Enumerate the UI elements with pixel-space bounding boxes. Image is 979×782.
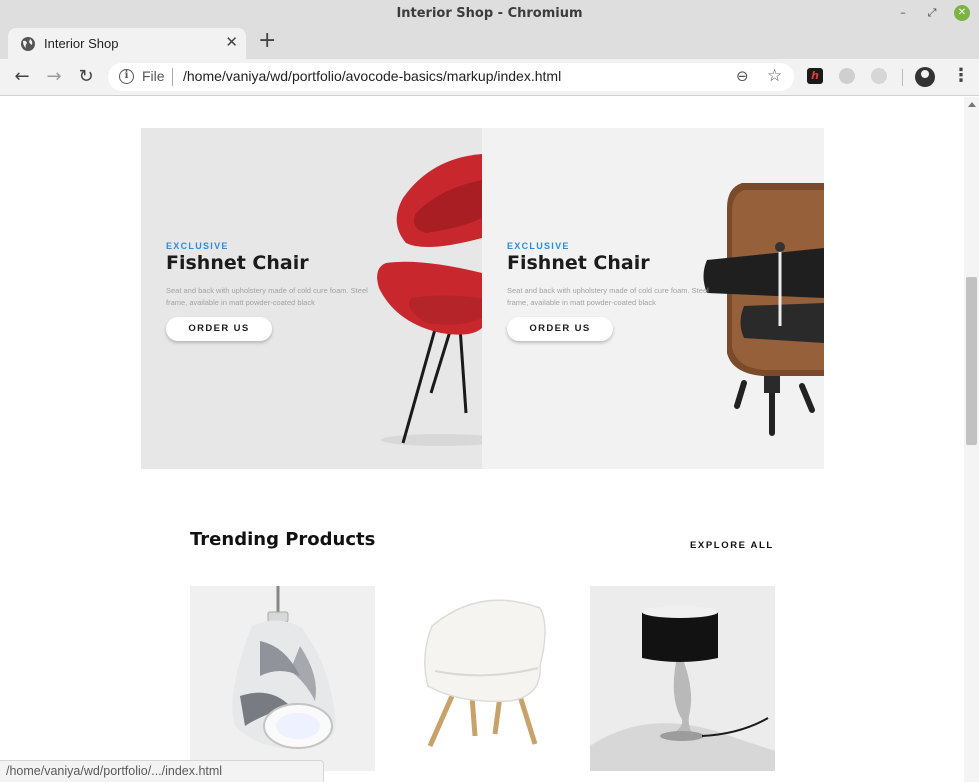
site-info-icon[interactable]: i: [119, 69, 134, 84]
profile-avatar-icon[interactable]: [915, 67, 935, 87]
explore-all-link[interactable]: EXPLORE ALL: [690, 540, 774, 551]
tab-strip: Interior Shop ✕ +: [0, 27, 979, 59]
promo-card: EXCLUSIVE Fishnet Chair Seat and back wi…: [482, 128, 824, 469]
address-bar[interactable]: i File /home/vaniya/wd/portfolio/avocode…: [108, 63, 794, 91]
browser-toolbar: ← → ↻ i File /home/vaniya/wd/portfolio/a…: [0, 59, 979, 96]
browser-menu-icon[interactable]: ⋮: [952, 65, 970, 87]
product-card[interactable]: [390, 586, 575, 771]
tab-interior-shop[interactable]: Interior Shop ✕: [8, 28, 246, 59]
toolbar-divider: [902, 69, 903, 86]
globe-icon: [21, 37, 35, 51]
promo-card: EXCLUSIVE Fishnet Chair Seat and back wi…: [141, 128, 482, 469]
window-titlebar: Interior Shop - Chromium – ⤢ ✕: [0, 0, 979, 27]
promo-tag: EXCLUSIVE: [507, 241, 570, 251]
product-card[interactable]: [190, 586, 375, 771]
product-card[interactable]: [590, 586, 775, 771]
trending-section-title: Trending Products: [190, 529, 376, 550]
new-tab-icon[interactable]: +: [258, 30, 276, 52]
page-scrollbar[interactable]: [964, 97, 979, 782]
close-tab-icon[interactable]: ✕: [225, 33, 238, 51]
order-us-button[interactable]: ORDER US: [166, 317, 272, 341]
tab-title: Interior Shop: [44, 36, 119, 51]
back-icon[interactable]: ←: [11, 66, 33, 88]
url-separator: [172, 68, 173, 86]
close-window-icon[interactable]: ✕: [954, 5, 970, 21]
status-bar-url: /home/vaniya/wd/portfolio/.../index.html: [0, 760, 324, 782]
promo-description: Seat and back with upholstery made of co…: [507, 286, 709, 307]
promo-title: Fishnet Chair: [507, 252, 650, 274]
promo-description: Seat and back with upholstery made of co…: [166, 286, 368, 307]
zoom-icon[interactable]: ⊖: [736, 67, 749, 85]
white-shell-chair-image: [424, 599, 546, 748]
window-title: Interior Shop - Chromium: [396, 6, 583, 21]
extension-h-icon[interactable]: h: [807, 68, 823, 84]
url-scheme-label: File: [142, 68, 165, 84]
order-us-button[interactable]: ORDER US: [507, 317, 613, 341]
url-text[interactable]: /home/vaniya/wd/portfolio/avocode-basics…: [183, 68, 561, 84]
marble-pendant-lamp-image: [232, 586, 336, 749]
black-shade-table-lamp-image: [590, 606, 775, 771]
page-viewport: EXCLUSIVE Fishnet Chair Seat and back wi…: [0, 97, 964, 782]
scroll-up-icon[interactable]: [968, 102, 976, 107]
promo-tag: EXCLUSIVE: [166, 241, 229, 251]
forward-icon[interactable]: →: [43, 66, 65, 88]
extension-clock-icon[interactable]: [871, 68, 887, 84]
maximize-icon[interactable]: ⤢: [924, 5, 940, 21]
promo-title: Fishnet Chair: [166, 252, 309, 274]
scrollbar-thumb[interactable]: [966, 277, 977, 445]
extension-react-icon[interactable]: [839, 68, 855, 84]
minimize-icon[interactable]: –: [895, 5, 911, 21]
bookmark-star-icon[interactable]: ☆: [767, 66, 782, 86]
reload-icon[interactable]: ↻: [75, 66, 97, 88]
